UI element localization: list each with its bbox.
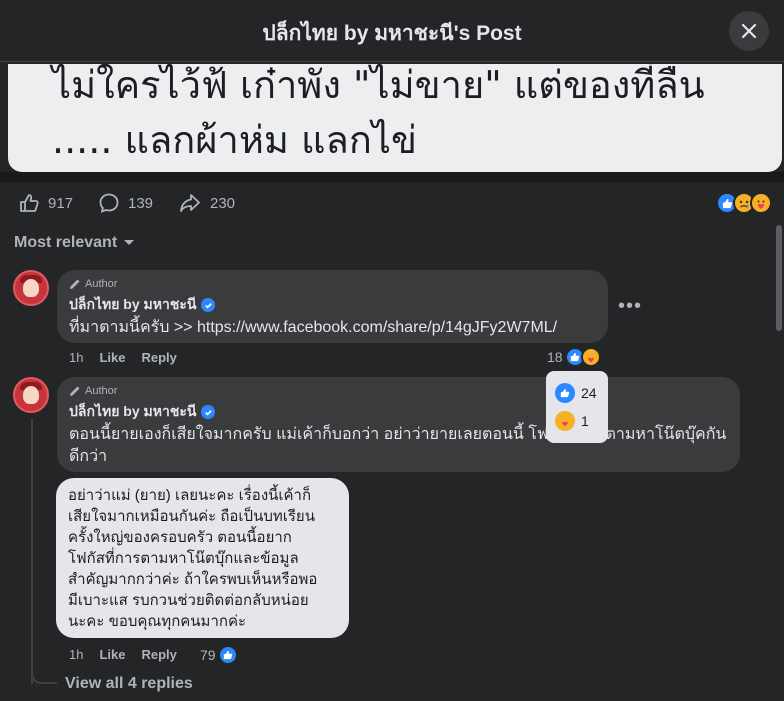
- reply-button[interactable]: Reply: [141, 350, 176, 365]
- like-reaction-icon: [555, 383, 575, 403]
- comment-text[interactable]: ที่มาตามนี้ครับ >> https://www.facebook.…: [69, 317, 596, 339]
- comment-text-line2[interactable]: ดีกว่า: [69, 446, 728, 468]
- post-title: ปล็กไทย by มหาชะนี's Post: [262, 22, 522, 45]
- care-reaction-icon: [555, 411, 575, 431]
- comment-bubble: Author ปล็กไทย by มหาชะนี ตอนนี้ยายเองก็…: [57, 377, 740, 472]
- comment-bubble: Author ปล็กไทย by มหาชะนี ที่มาตามนี้ครั…: [57, 270, 608, 343]
- comment-actions: 1h Like Reply: [69, 350, 177, 365]
- post-reactions[interactable]: [716, 192, 772, 214]
- comment-reaction-count[interactable]: 18: [547, 347, 601, 367]
- tooltip-care-row: 1: [555, 407, 599, 435]
- share-stat[interactable]: 230: [178, 192, 235, 214]
- close-icon: [741, 23, 757, 39]
- care-reaction-icon: [750, 192, 772, 214]
- reply-text-line[interactable]: โฟกัสที่การตามหาโน๊ตบุ๊กและข้อมูล: [68, 548, 337, 569]
- author-badge: Author: [69, 278, 596, 290]
- view-all-replies-link[interactable]: View all 4 replies: [65, 675, 193, 693]
- author-badge: Author: [69, 385, 728, 397]
- post-image[interactable]: ไม่ใครไว้ฟ้ เก๋าพัง "ไม่ขาย" แต่ของที่ลื…: [8, 64, 782, 172]
- avatar[interactable]: [13, 377, 49, 413]
- like-stat[interactable]: 917: [18, 192, 73, 214]
- post-stats: 917 139 230: [0, 186, 784, 222]
- verified-badge-icon: [201, 405, 216, 419]
- sort-label: Most relevant: [14, 234, 118, 251]
- share-count: 230: [210, 194, 236, 212]
- verified-badge-icon: [201, 298, 216, 312]
- like-reaction-icon: [217, 645, 238, 665]
- comment-author-name[interactable]: ปล็กไทย by มหาชะนี: [69, 401, 728, 423]
- pencil-icon: [70, 386, 80, 396]
- close-button[interactable]: [729, 11, 769, 51]
- reply-actions: 1h Like Reply: [69, 647, 177, 662]
- reaction-count-text: 18: [547, 349, 563, 365]
- reply-text-line[interactable]: สำคัญมากกว่าค่ะ ถ้าใครพบเห็นหรือพอ: [68, 569, 337, 590]
- reply-text-line[interactable]: มีเบาะแส รบกวนช่วยติดต่อกลับหน่อย: [68, 590, 337, 611]
- reply-button[interactable]: Reply: [141, 647, 176, 662]
- comment-time[interactable]: 1h: [69, 350, 83, 365]
- reply-text-line[interactable]: อย่าว่าแม่ (ยาย) เลยนะคะ เรื่องนี้เค้าก็: [68, 485, 337, 506]
- more-options-button[interactable]: •••: [618, 295, 642, 318]
- avatar[interactable]: [13, 270, 49, 306]
- thumbs-up-icon: [20, 194, 39, 212]
- reply-text-line[interactable]: ครั้งใหญ่ของครอบครัว ตอนนี้อยาก: [68, 527, 337, 548]
- post-image-text-line1: ไม่ใครไว้ฟ้ เก๋าพัง "ไม่ขาย" แต่ของที่ลื…: [52, 64, 705, 107]
- author-name-text[interactable]: ปล็กไทย by มหาชะนี: [69, 294, 196, 316]
- comment-author-name[interactable]: ปล็กไทย by มหาชะนี: [69, 294, 596, 316]
- care-reaction-icon: [580, 347, 601, 367]
- post-header: ปล็กไทย by มหาชะนี's Post: [0, 0, 784, 62]
- reaction-count-text: 79: [200, 647, 216, 663]
- reaction-tooltip: 24 1: [546, 371, 608, 443]
- pencil-icon: [70, 279, 80, 289]
- comment-sort-dropdown[interactable]: Most relevant: [14, 234, 135, 252]
- comment-stat[interactable]: 139: [98, 192, 153, 214]
- thread-line: [31, 418, 33, 684]
- tooltip-like-count: 24: [581, 385, 597, 401]
- comment-text-line1[interactable]: ตอนนี้ยายเองก็เสียใจมากครับ แม่เค้าก็บอก…: [69, 424, 728, 446]
- reply-text-line[interactable]: เสียใจมากเหมือนกันค่ะ ถือเป็นบทเรียน: [68, 506, 337, 527]
- reply-bubble: อย่าว่าแม่ (ยาย) เลยนะคะ เรื่องนี้เค้าก็…: [56, 478, 349, 638]
- author-name-text[interactable]: ปล็กไทย by มหาชะนี: [69, 401, 196, 423]
- reply-time[interactable]: 1h: [69, 647, 83, 662]
- author-badge-label: Author: [85, 385, 118, 397]
- like-button[interactable]: Like: [99, 647, 125, 662]
- comment-icon: [99, 193, 119, 213]
- tooltip-like-row: 24: [555, 379, 599, 407]
- like-button[interactable]: Like: [99, 350, 125, 365]
- tooltip-care-count: 1: [581, 413, 589, 429]
- chevron-down-icon: [124, 240, 135, 245]
- post-image-text-line2: ..... แลกผ้าห่ม แลกไข่: [52, 118, 417, 162]
- divider: [0, 172, 784, 182]
- thread-connector: [31, 666, 57, 684]
- reply-text-line[interactable]: นะคะ ขอบคุณทุกคนมากค่ะ: [68, 611, 337, 632]
- reply-reaction-count[interactable]: 79: [200, 645, 238, 665]
- author-badge-label: Author: [85, 278, 118, 290]
- comment-count: 139: [128, 194, 154, 212]
- scrollbar[interactable]: [776, 225, 782, 331]
- like-count: 917: [48, 194, 74, 212]
- share-icon: [180, 194, 200, 212]
